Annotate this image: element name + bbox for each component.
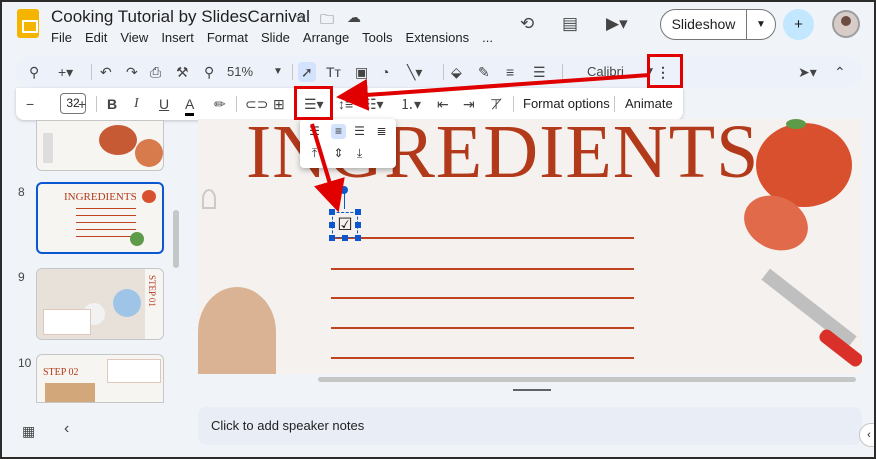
highlight-align-button <box>294 86 333 120</box>
highlight-more-options <box>647 54 683 88</box>
arrow-to-checkbox <box>310 123 345 213</box>
annotation-arrows <box>310 73 651 213</box>
arrow-to-align <box>336 73 651 111</box>
